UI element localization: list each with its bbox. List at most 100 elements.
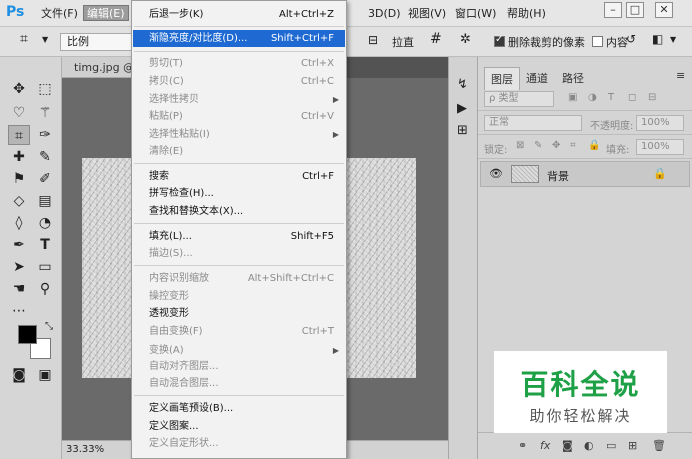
menu-item-content-aware-scale[interactable]: 内容识别缩放 Alt+Shift+Ctrl+C	[133, 270, 345, 287]
menu-item-stroke[interactable]: 描边(S)...	[133, 245, 345, 262]
foreground-color-swatch[interactable]	[18, 325, 37, 344]
menu-item-paste-special[interactable]: 选择性粘贴(I) ▶	[133, 126, 345, 143]
menu-help[interactable]: 帮助(H)	[504, 6, 549, 22]
opacity-field[interactable]: 100%	[636, 115, 684, 131]
more-icon[interactable]: ⋯	[8, 301, 30, 321]
gear-icon[interactable]: ✲	[460, 32, 471, 47]
panel-menu-icon[interactable]: ≡	[676, 69, 685, 82]
menu-item-perspective-warp[interactable]: 透视变形	[133, 305, 345, 322]
menu-item-cut[interactable]: 剪切(T) Ctrl+X	[133, 55, 345, 72]
menu-item-copy-special[interactable]: 选择性拷贝 ▶	[133, 91, 345, 108]
reset-icon[interactable]: ↺	[626, 32, 636, 46]
menu-3d[interactable]: 3D(D)	[365, 6, 404, 22]
add-mask-icon[interactable]: ◙	[562, 439, 573, 452]
menu-item-search[interactable]: 搜索 Ctrl+F	[133, 168, 345, 185]
menu-item-free-transform[interactable]: 自由变换(F) Ctrl+T	[133, 323, 345, 340]
type-icon[interactable]: T	[34, 235, 56, 255]
menu-item-define-brush[interactable]: 定义画笔预设(B)...	[133, 400, 345, 417]
menu-item-fill[interactable]: 填充(L)... Shift+F5	[133, 228, 345, 245]
actions-panel-icon[interactable]: ▶	[457, 101, 467, 116]
menu-item-puppet-warp[interactable]: 操控变形	[133, 288, 345, 305]
new-layer-icon[interactable]: ⊞	[628, 439, 637, 452]
lock-pixels-icon[interactable]: ✎	[534, 140, 542, 151]
hand-icon[interactable]: ☚	[8, 279, 30, 299]
zoom-icon[interactable]: ⚲	[34, 279, 56, 299]
adjustment-layer-icon[interactable]: ◐	[584, 439, 594, 452]
close-icon[interactable]: ✕	[655, 2, 673, 18]
checkbox-icon[interactable]	[592, 36, 603, 47]
filter-adjust-icon[interactable]: ◑	[588, 92, 597, 103]
menu-item-find-replace[interactable]: 查找和替换文本(X)...	[133, 203, 345, 220]
straighten-button[interactable]: 拉直	[392, 34, 414, 50]
menu-item-step-backward[interactable]: 后退一步(K) Alt+Ctrl+Z	[133, 6, 345, 23]
lock-transparent-icon[interactable]: ⊠	[516, 140, 524, 151]
tab-paths[interactable]: 路径	[562, 70, 584, 86]
history-brush-icon[interactable]: ✐	[34, 169, 56, 189]
straighten-icon[interactable]: ⊟	[368, 33, 378, 47]
menu-item-define-pattern[interactable]: 定义图案...	[133, 418, 345, 435]
restore-icon[interactable]: □	[626, 2, 644, 18]
filter-pixel-icon[interactable]: ▣	[568, 92, 577, 103]
lock-all-icon[interactable]: 🔒	[588, 140, 600, 151]
minimize-icon[interactable]: –	[604, 2, 622, 18]
history-panel-icon[interactable]: ↯	[457, 77, 468, 92]
dodge-icon[interactable]: ◔	[34, 213, 56, 233]
eyedropper-icon[interactable]: ✑	[34, 125, 56, 145]
menu-item-auto-blend[interactable]: 自动混合图层...	[133, 375, 345, 392]
menu-item-spell-check[interactable]: 拼写检查(H)...	[133, 185, 345, 202]
tab-channels[interactable]: 通道	[526, 70, 548, 86]
blur-icon[interactable]: ◊	[8, 213, 30, 233]
lock-position-icon[interactable]: ✥	[552, 140, 560, 151]
marquee-icon[interactable]: ⬚	[34, 79, 56, 99]
new-group-icon[interactable]: ▭	[606, 439, 616, 452]
filter-type-icon[interactable]: T	[608, 92, 614, 103]
pen-icon[interactable]: ✒	[8, 235, 30, 255]
blend-mode-select[interactable]: 正常	[484, 115, 582, 131]
lock-artboard-icon[interactable]: ⌗	[570, 140, 576, 151]
quick-mask-icon[interactable]: ◙	[8, 365, 30, 385]
layer-row[interactable]: 👁 背景 🔒	[480, 161, 690, 187]
menu-item-copy[interactable]: 拷贝(C) Ctrl+C	[133, 73, 345, 90]
properties-panel-icon[interactable]: ⊞	[457, 123, 468, 138]
menu-item-transform[interactable]: 变换(A) ▶	[133, 342, 345, 359]
filter-shape-icon[interactable]: ◻	[628, 92, 636, 103]
filter-smart-icon[interactable]: ⊟	[648, 92, 656, 103]
ratio-select[interactable]: 比例	[60, 33, 132, 51]
filter-select[interactable]: ρ 类型	[484, 91, 554, 107]
grid-overlay-icon[interactable]: #	[430, 31, 442, 47]
link-layers-icon[interactable]: ⚭	[518, 439, 527, 452]
menu-edit[interactable]: 编辑(E)	[83, 5, 129, 21]
menu-item-define-shape[interactable]: 定义自定形状...	[133, 435, 345, 452]
eye-icon[interactable]: 👁	[489, 167, 503, 180]
workspace-icon[interactable]: ◧	[652, 32, 663, 46]
menu-item-paste[interactable]: 粘贴(P) Ctrl+V	[133, 108, 345, 125]
eraser-icon[interactable]: ◇	[8, 191, 30, 211]
swap-colors-icon[interactable]: ⤡	[38, 317, 60, 337]
move-icon[interactable]: ✥	[8, 79, 30, 99]
menu-item-clear[interactable]: 清除(E)	[133, 143, 345, 160]
fx-icon[interactable]: fx	[540, 439, 550, 452]
gradient-icon[interactable]: ▤	[34, 191, 56, 211]
crop-tool-icon[interactable]: ⌗	[8, 125, 30, 145]
crop-icon[interactable]: ⌗	[20, 31, 28, 47]
path-select-icon[interactable]: ➤	[8, 257, 30, 277]
menu-item-auto-align[interactable]: 自动对齐图层...	[133, 358, 345, 375]
zoom-level[interactable]: 33.33%	[66, 444, 104, 455]
delete-cropped-checkbox[interactable]: 删除裁剪的像素	[494, 34, 585, 50]
screen-mode-icon[interactable]: ▣	[34, 365, 56, 385]
stamp-icon[interactable]: ⚑	[8, 169, 30, 189]
menu-window[interactable]: 窗口(W)	[452, 6, 499, 22]
menu-view[interactable]: 视图(V)	[405, 6, 449, 22]
healing-icon[interactable]: ✚	[8, 147, 30, 167]
workspace-chevron-icon[interactable]: ▼	[670, 35, 676, 44]
checkbox-checked-icon[interactable]	[494, 34, 505, 47]
fill-field[interactable]: 100%	[636, 139, 684, 155]
magic-wand-icon[interactable]: ⚚	[34, 103, 56, 123]
menu-file[interactable]: 文件(F)	[38, 6, 81, 22]
lasso-icon[interactable]: ♡	[8, 103, 30, 123]
menu-item-fade[interactable]: 渐隐亮度/对比度(D)... Shift+Ctrl+F	[133, 30, 345, 47]
chevron-down-icon[interactable]: ▼	[42, 35, 48, 44]
content-aware-checkbox[interactable]: 内容	[592, 34, 628, 50]
brush-icon[interactable]: ✎	[34, 147, 56, 167]
rectangle-icon[interactable]: ▭	[34, 257, 56, 277]
